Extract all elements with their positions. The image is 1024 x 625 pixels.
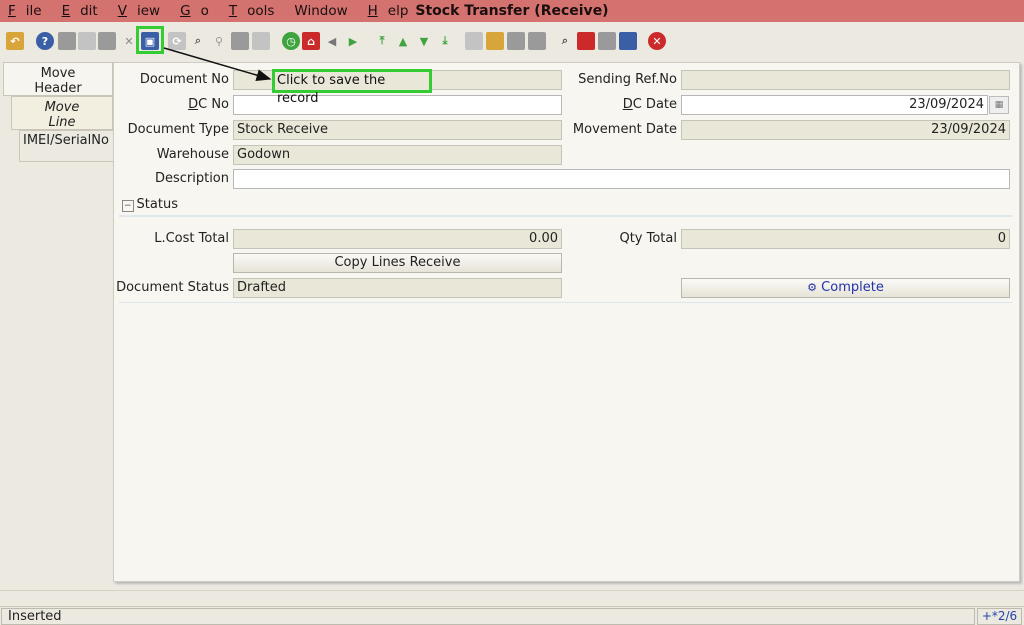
section-divider [119, 302, 1012, 303]
lcost-total-field[interactable]: 0.00 [233, 229, 562, 249]
document-status-field[interactable]: Drafted [233, 278, 562, 298]
workflow-icon[interactable] [577, 32, 595, 50]
menu-go[interactable]: Go [172, 3, 219, 19]
complete-button[interactable]: ⚙ Complete [681, 278, 1010, 298]
archive-icon[interactable] [486, 32, 504, 50]
dc-no-label: DC No [188, 97, 229, 112]
previous-record-icon[interactable]: ▲ [394, 32, 412, 50]
last-record-icon[interactable]: ⤓ [436, 32, 454, 50]
tab-move-header-line2: Header [34, 81, 82, 96]
copy-lines-receive-button[interactable]: Copy Lines Receive [233, 253, 562, 273]
close-window-icon[interactable]: ✕ [648, 32, 666, 50]
report-icon[interactable] [465, 32, 483, 50]
save-callout-tooltip: Click to save the record [272, 69, 432, 106]
new-record-icon[interactable] [58, 32, 76, 50]
tab-imei-serialno[interactable]: IMEI/SerialNo [19, 130, 114, 162]
dc-date-input[interactable]: 23/09/2024 [681, 95, 988, 115]
document-status-label: Document Status [116, 280, 229, 295]
print-icon[interactable] [528, 32, 546, 50]
warehouse-field[interactable]: Godown [233, 145, 562, 165]
tab-move-header[interactable]: Move Header [3, 62, 113, 96]
document-type-label: Document Type [127, 122, 229, 137]
save-highlight-box [136, 26, 164, 54]
sending-ref-field[interactable] [681, 70, 1010, 90]
find-icon[interactable]: ⌕ [189, 32, 207, 50]
menu-tools[interactable]: Tools [221, 3, 285, 19]
sending-ref-label: Sending Ref.No [578, 72, 677, 87]
help-icon[interactable]: ? [36, 32, 54, 50]
home-icon[interactable]: ⌂ [302, 32, 320, 50]
menu-file[interactable]: File [0, 3, 52, 19]
menu-edit[interactable]: Edit [54, 3, 108, 19]
refresh-icon[interactable]: ⟳ [168, 32, 186, 50]
description-input[interactable] [233, 169, 1010, 189]
print-preview-icon[interactable] [507, 32, 525, 50]
menu-view[interactable]: View [110, 3, 170, 19]
status-section-header[interactable]: − Status [119, 197, 1012, 217]
tab-move-line[interactable]: Move Line [11, 96, 113, 130]
lcost-total-label: L.Cost Total [154, 231, 229, 246]
status-message: Inserted [1, 608, 975, 625]
product-info-icon[interactable] [619, 32, 637, 50]
tab-move-line-line1: Move [44, 100, 80, 115]
document-no-label: Document No [139, 72, 229, 87]
zoom-across-icon[interactable]: ⌕ [556, 32, 574, 50]
next-record-icon[interactable]: ▼ [415, 32, 433, 50]
collapse-icon[interactable]: − [122, 200, 134, 212]
movement-date-field[interactable]: 23/09/2024 [681, 120, 1010, 140]
tab-move-line-line2: Line [48, 115, 76, 130]
movement-date-label: Movement Date [572, 122, 677, 137]
warehouse-label: Warehouse [156, 147, 229, 162]
delete-icon[interactable] [98, 32, 116, 50]
status-section-title: Status [136, 197, 178, 212]
info-strip [0, 590, 1024, 604]
tab-move-header-line1: Move [40, 66, 76, 81]
forward-icon[interactable]: ▶ [344, 32, 362, 50]
record-navigation-indicator[interactable]: +*2/6 [977, 608, 1022, 625]
complete-button-label: Complete [821, 280, 884, 295]
document-type-field[interactable]: Stock Receive [233, 120, 562, 140]
menu-help[interactable]: Help [360, 3, 419, 19]
undo-icon[interactable]: ↶ [6, 32, 24, 50]
menu-bar: File Edit View Go Tools Window Help [0, 0, 420, 22]
qty-total-label: Qty Total [619, 231, 677, 246]
copy-record-icon[interactable] [78, 32, 96, 50]
first-record-icon[interactable]: ⤒ [373, 32, 391, 50]
calendar-icon[interactable]: ▦ [989, 96, 1009, 114]
menu-window[interactable]: Window [286, 3, 357, 19]
description-label: Description [154, 171, 229, 186]
gear-icon: ⚙ [807, 281, 818, 294]
request-icon[interactable] [598, 32, 616, 50]
qty-total-field[interactable]: 0 [681, 229, 1010, 249]
dc-date-label: DC Date [622, 97, 677, 112]
history-icon[interactable]: ◷ [282, 32, 300, 50]
back-icon[interactable]: ◀ [323, 32, 341, 50]
chat-icon[interactable] [231, 32, 249, 50]
attachment-icon[interactable]: ⚲ [210, 32, 228, 50]
record-panel [113, 62, 1020, 582]
grid-toggle-icon[interactable] [252, 32, 270, 50]
